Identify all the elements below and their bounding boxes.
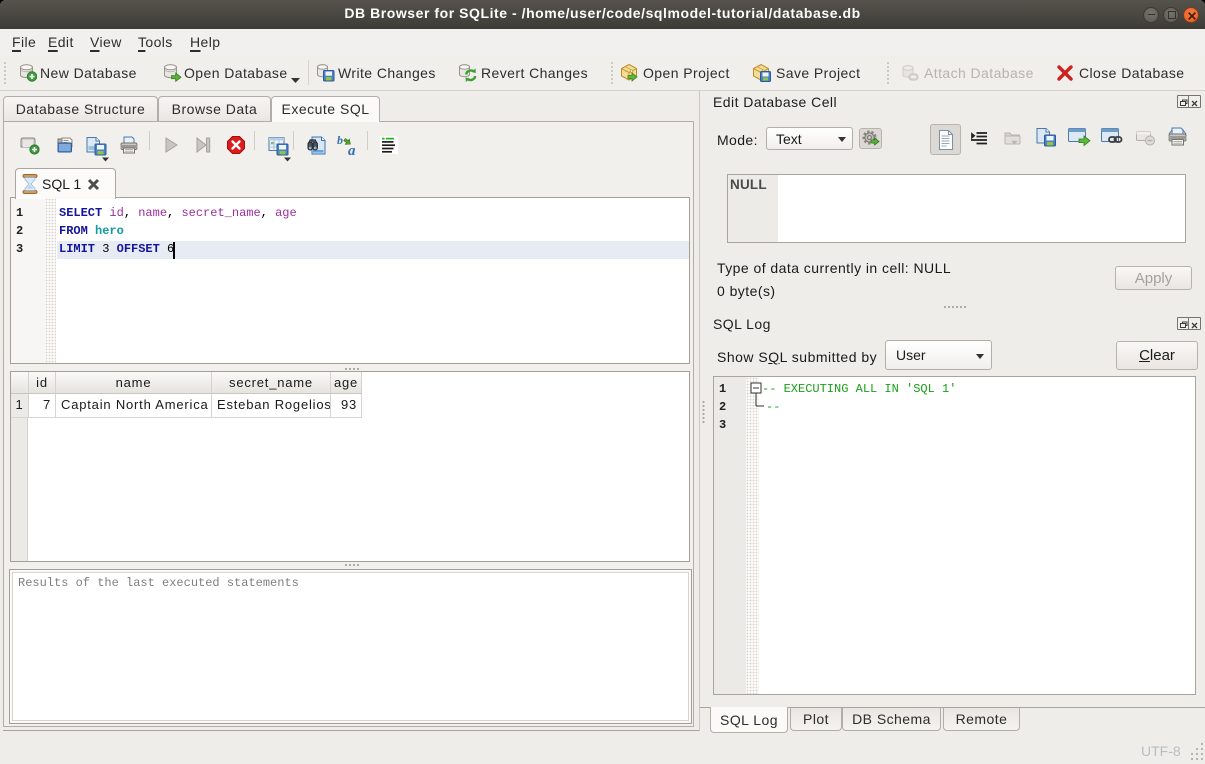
svg-text:a: a bbox=[348, 143, 356, 156]
svg-text:b: b bbox=[337, 135, 343, 147]
